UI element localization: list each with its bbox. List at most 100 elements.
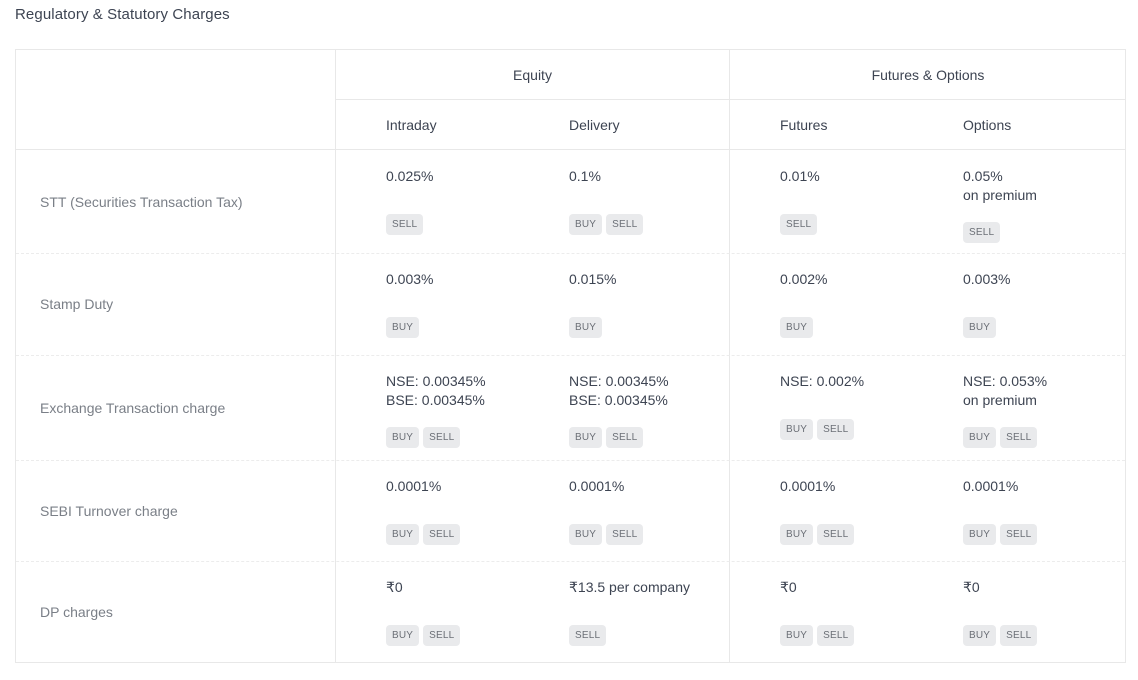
charge-value-line: 0.025% [386,168,434,184]
charge-value: ₹13.5 per company [569,578,739,597]
charge-cell: ₹13.5 per company SELL [569,578,739,663]
charge-value: 0.002% [780,270,950,289]
sell-tag: SELL [817,625,855,646]
charge-value: 0.1% [569,167,739,186]
charge-cell: 0.003% BUY [386,270,556,355]
buy-tag: BUY [386,317,420,338]
charge-value-line: BSE: 0.00345% [569,392,668,408]
charge-cell: NSE: 0.00345% BSE: 0.00345% BUY SELL [569,372,739,460]
buy-tag: BUY [963,524,997,545]
side-tags: BUY [780,317,814,338]
column-header-options: Options [963,117,1012,133]
charge-value-line: ₹0 [780,579,797,595]
sell-tag: SELL [569,625,607,646]
side-tags: SELL [569,625,607,646]
sell-tag: SELL [606,427,644,448]
side-tags: BUY SELL [569,524,644,545]
charge-cell: NSE: 0.00345% BSE: 0.00345% BUY SELL [386,372,556,460]
side-tags: BUY SELL [569,214,644,235]
side-tags: BUY SELL [780,524,855,545]
charge-value-line: on premium [963,187,1037,203]
charge-cell: ₹0 BUY SELL [963,578,1133,663]
charge-cell: 0.01% SELL [780,167,950,253]
charge-value-line: 0.002% [780,271,828,287]
charge-value-line: 0.0001% [569,478,625,494]
buy-tag: BUY [780,524,814,545]
side-tags: BUY [569,317,603,338]
charge-value: 0.025% [386,167,556,186]
sell-tag: SELL [817,419,855,440]
charge-value: NSE: 0.00345% BSE: 0.00345% [386,372,556,410]
column-header-delivery: Delivery [569,117,620,133]
charge-cell: NSE: 0.002% BUY SELL [780,372,950,460]
charge-cell: 0.1% BUY SELL [569,167,739,253]
charge-value: 0.015% [569,270,739,289]
charge-cell: 0.0001% BUY SELL [569,477,739,561]
charge-value: NSE: 0.00345% BSE: 0.00345% [569,372,739,410]
charge-value: NSE: 0.053% on premium [963,372,1133,410]
row-label: DP charges [40,604,113,620]
table-divider [729,50,730,662]
row-label: SEBI Turnover charge [40,502,178,519]
charge-value-line: ₹0 [386,579,403,595]
buy-tag: BUY [963,427,997,448]
side-tags: BUY [963,317,997,338]
charge-cell: NSE: 0.053% on premium BUY SELL [963,372,1133,460]
charge-value: 0.0001% [386,477,556,496]
charge-value: ₹0 [963,578,1133,597]
table-divider [335,50,336,662]
page-title: Regulatory & Statutory Charges [15,6,230,23]
charge-value-line: NSE: 0.00345% [569,373,669,389]
side-tags: BUY SELL [386,524,461,545]
column-header-futures: Futures [780,117,828,133]
side-tags: BUY [386,317,420,338]
sell-tag: SELL [1000,427,1038,448]
side-tags: BUY SELL [569,427,644,448]
row-label: Exchange Transaction charge [40,399,226,416]
charge-value: ₹0 [780,578,950,597]
charge-value-line: 0.0001% [780,478,836,494]
charge-cell: 0.015% BUY [569,270,739,355]
side-tags: BUY SELL [780,625,855,646]
charge-value: 0.0001% [780,477,950,496]
charge-value: 0.01% [780,167,950,186]
side-tags: BUY SELL [963,524,1038,545]
charge-value-line: 0.015% [569,271,617,287]
group-header-equity: Equity [513,67,552,83]
charge-value-line: 0.0001% [963,478,1019,494]
row-divider [16,561,1125,562]
charge-cell: 0.0001% BUY SELL [963,477,1133,561]
charge-value-line: 0.0001% [386,478,442,494]
charges-table: Equity Futures & Options Intraday Delive… [15,49,1126,663]
side-tags: BUY SELL [963,427,1038,448]
sell-tag: SELL [963,222,1001,243]
charge-value-line: 0.01% [780,168,820,184]
charge-value-line: BSE: 0.00345% [386,392,485,408]
buy-tag: BUY [780,419,814,440]
charge-value-line: on premium [963,392,1037,408]
side-tags: SELL [386,214,424,235]
charge-value: 0.0001% [963,477,1133,496]
charge-value-line: ₹13.5 per company [569,579,690,595]
charge-value-line: ₹0 [963,579,980,595]
charge-value-line: NSE: 0.002% [780,373,865,389]
row-label: Stamp Duty [40,296,114,312]
row-label: STT (Securities Transaction Tax) [40,193,243,210]
buy-tag: BUY [386,625,420,646]
sell-tag: SELL [606,214,644,235]
sell-tag: SELL [817,524,855,545]
buy-tag: BUY [780,625,814,646]
sell-tag: SELL [1000,625,1038,646]
charge-value: 0.003% [963,270,1133,289]
charge-value-line: 0.05% [963,168,1003,184]
column-header-intraday: Intraday [386,117,437,133]
charge-cell: ₹0 BUY SELL [780,578,950,663]
charge-value-line: 0.1% [569,168,601,184]
side-tags: SELL [780,214,818,235]
charge-value: 0.05% on premium [963,167,1133,205]
charge-cell: 0.05% on premium SELL [963,167,1133,253]
side-tags: BUY SELL [386,427,461,448]
row-divider [16,460,1125,461]
charge-value: ₹0 [386,578,556,597]
buy-tag: BUY [569,317,603,338]
